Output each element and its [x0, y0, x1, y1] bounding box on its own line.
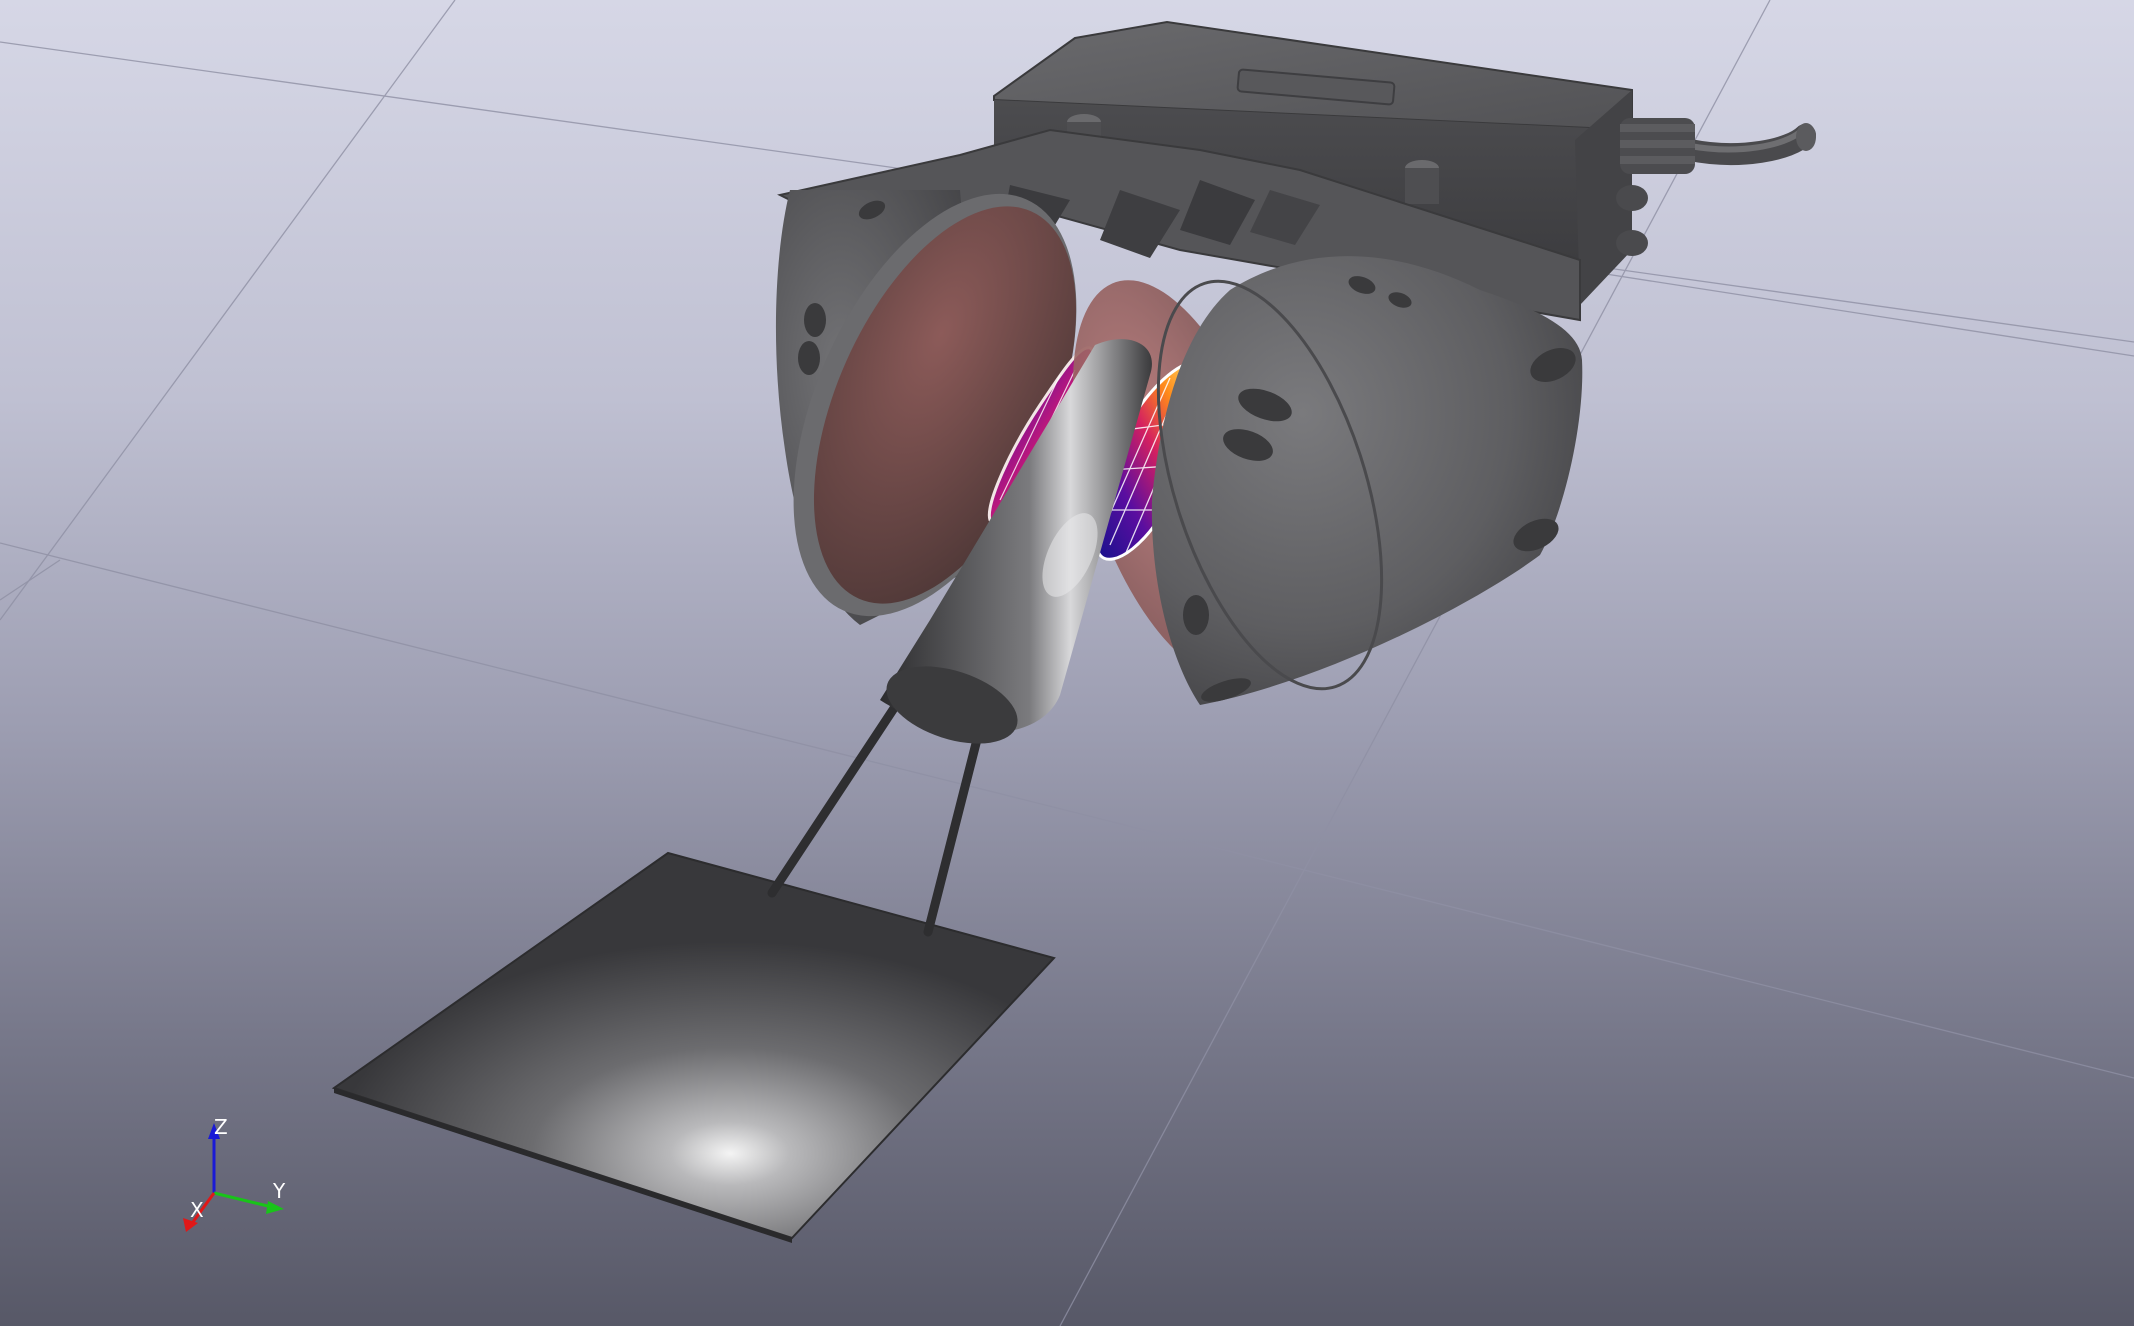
3d-viewport[interactable]: Z Y X	[0, 0, 2134, 1326]
sensor-plate	[331, 851, 1056, 1240]
z-axis-label: Z	[214, 1115, 228, 1139]
y-axis-line	[213, 1191, 273, 1209]
axis-triad[interactable]: Z Y X	[183, 1115, 286, 1232]
scene-canvas[interactable]: Z Y X	[0, 0, 2134, 1326]
y-axis-label: Y	[272, 1179, 286, 1203]
x-axis-label: X	[190, 1198, 204, 1222]
cable-gland	[1616, 118, 1816, 256]
